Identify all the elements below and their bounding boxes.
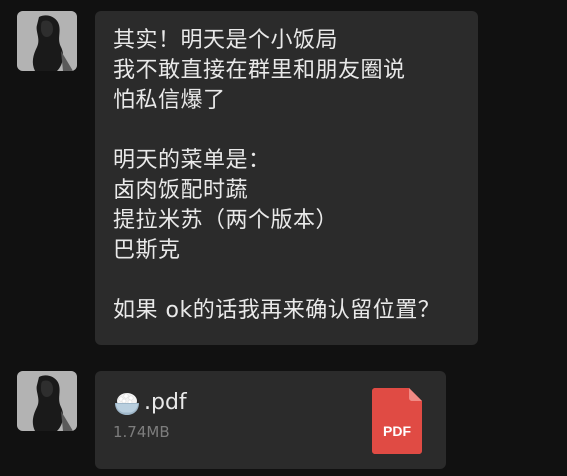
- file-name-row: .pdf: [113, 389, 187, 417]
- sender-avatar[interactable]: [17, 371, 77, 431]
- file-attachment-card[interactable]: .pdf 1.74MB PDF: [95, 371, 446, 469]
- sender-avatar[interactable]: [17, 11, 77, 71]
- avatar-photo: [17, 371, 77, 431]
- message-line: 卤肉饭配时蔬: [113, 178, 249, 203]
- file-name: .pdf: [144, 390, 187, 415]
- message-bubble[interactable]: 其实！明天是个小饭局 我不敢直接在群里和朋友圈说 怕私信爆了 明天的菜单是： 卤…: [95, 11, 478, 345]
- file-size: 1.74MB: [113, 423, 170, 441]
- rice-bowl-icon: [115, 393, 139, 415]
- message-line: 怕私信爆了: [113, 88, 226, 113]
- message-line: 如果 ok的话我再来确认留位置？: [113, 298, 441, 323]
- pdf-file-icon: PDF: [372, 388, 422, 454]
- pdf-document-shape: [372, 388, 422, 454]
- avatar-photo: [17, 11, 77, 71]
- message-line: 巴斯克: [113, 238, 181, 263]
- pdf-type-label: PDF: [383, 423, 411, 439]
- message-line: 明天的菜单是：: [113, 148, 271, 173]
- message-line: 其实！明天是个小饭局: [113, 28, 339, 53]
- chat-window: 其实！明天是个小饭局 我不敢直接在群里和朋友圈说 怕私信爆了 明天的菜单是： 卤…: [0, 0, 567, 476]
- message-line: 我不敢直接在群里和朋友圈说: [113, 58, 406, 83]
- message-line: 提拉米苏（两个版本）: [113, 208, 339, 233]
